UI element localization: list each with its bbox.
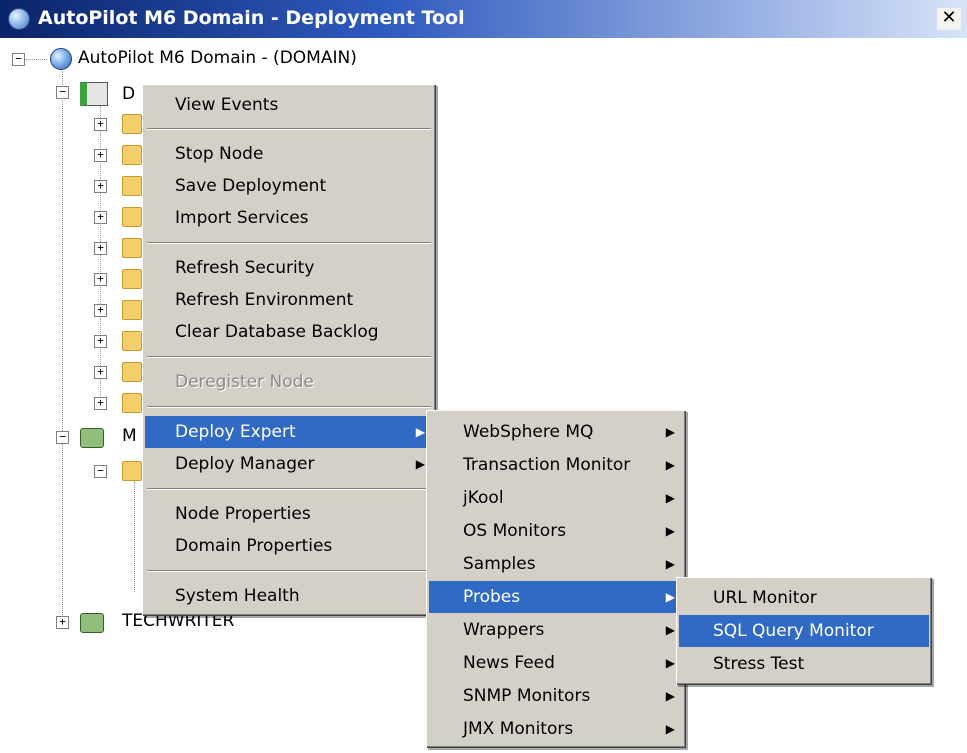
tree-connector xyxy=(134,482,135,592)
menu-item-stop-node[interactable]: Stop Node xyxy=(145,138,433,170)
folder-icon xyxy=(122,362,142,382)
tree-root-label[interactable]: AutoPilot M6 Domain - (DOMAIN) xyxy=(78,48,357,68)
child-expand-toggle[interactable]: + xyxy=(94,304,107,317)
folder-icon xyxy=(122,300,142,320)
child-expand-toggle[interactable]: + xyxy=(94,211,107,224)
child-expand-toggle[interactable]: + xyxy=(94,149,107,162)
app-globe-icon xyxy=(8,8,30,30)
submenu-item-stress-test[interactable]: Stress Test xyxy=(679,648,929,680)
menu-item-refresh-environment[interactable]: Refresh Environment xyxy=(145,284,433,316)
node1-collapse-toggle[interactable]: − xyxy=(56,86,69,99)
submenu-arrow-icon: ▶ xyxy=(665,491,675,505)
folder-icon xyxy=(122,393,142,413)
child-expand-toggle[interactable]: + xyxy=(94,397,107,410)
folder-icon xyxy=(122,207,142,227)
menu-item-save-deployment[interactable]: Save Deployment xyxy=(145,170,433,202)
menu-separator xyxy=(147,570,431,572)
submenu-arrow-icon: ▶ xyxy=(665,557,675,571)
menu-item-domain-properties[interactable]: Domain Properties xyxy=(145,530,433,562)
child-expand-toggle[interactable]: + xyxy=(94,335,107,348)
root-collapse-toggle[interactable]: − xyxy=(12,53,25,66)
folder-icon xyxy=(122,331,142,351)
submenu-item-os-monitors[interactable]: OS Monitors ▶ xyxy=(429,515,683,547)
menu-separator xyxy=(147,242,431,244)
menu-item-clear-database-backlog[interactable]: Clear Database Backlog xyxy=(145,316,433,348)
menu-item-system-health[interactable]: System Health xyxy=(145,580,433,612)
child-expand-toggle[interactable]: + xyxy=(94,366,107,379)
submenu-arrow-icon: ▶ xyxy=(665,524,675,538)
submenu-item-wrappers[interactable]: Wrappers ▶ xyxy=(429,614,683,646)
tree-connector xyxy=(62,71,63,623)
menu-separator xyxy=(147,406,431,408)
folder-icon xyxy=(122,176,142,196)
submenu-item-websphere-mq[interactable]: WebSphere MQ ▶ xyxy=(429,416,683,448)
computer-node-icon xyxy=(80,428,104,448)
tree-node2-label[interactable]: M xyxy=(122,426,137,446)
node-context-menu: View Events Stop Node Save Deployment Im… xyxy=(142,84,436,616)
submenu-arrow-icon: ▶ xyxy=(665,722,675,736)
menu-item-node-properties[interactable]: Node Properties xyxy=(145,498,433,530)
tree-node1-label[interactable]: D xyxy=(122,84,135,104)
tree-connector xyxy=(25,59,47,60)
submenu-item-jmx-monitors[interactable]: JMX Monitors ▶ xyxy=(429,713,683,745)
folder-icon xyxy=(122,238,142,258)
submenu-arrow-icon: ▶ xyxy=(665,425,675,439)
folder-icon xyxy=(122,269,142,289)
submenu-item-snmp-monitors[interactable]: SNMP Monitors ▶ xyxy=(429,680,683,712)
deploy-expert-submenu: WebSphere MQ ▶ Transaction Monitor ▶ jKool… xyxy=(426,410,686,748)
menu-separator xyxy=(147,488,431,490)
close-button[interactable]: ✕ xyxy=(937,8,961,30)
menu-item-deploy-manager[interactable]: Deploy Manager ▶ xyxy=(145,448,433,480)
folder-icon xyxy=(122,114,142,134)
menu-item-deploy-expert[interactable]: Deploy Expert ▶ xyxy=(145,416,433,448)
submenu-arrow-icon: ▶ xyxy=(415,425,425,439)
submenu-arrow-icon: ▶ xyxy=(665,689,675,703)
submenu-arrow-icon: ▶ xyxy=(665,590,675,604)
window-title: AutoPilot M6 Domain - Deployment Tool xyxy=(38,7,465,29)
window-title-bar: AutoPilot M6 Domain - Deployment Tool ✕ xyxy=(0,0,967,38)
menu-separator xyxy=(147,128,431,130)
child-expand-toggle[interactable]: + xyxy=(94,180,107,193)
menu-separator xyxy=(147,356,431,358)
menu-item-deregister-node: Deregister Node xyxy=(175,372,314,392)
probes-submenu: URL Monitor SQL Query Monitor Stress Tes… xyxy=(676,577,932,685)
node2-collapse-toggle[interactable]: − xyxy=(56,431,69,444)
menu-item-view-events[interactable]: View Events xyxy=(145,89,433,121)
submenu-arrow-icon: ▶ xyxy=(665,623,675,637)
child-expand-toggle[interactable]: + xyxy=(94,273,107,286)
folder-icon xyxy=(122,145,142,165)
submenu-arrow-icon: ▶ xyxy=(665,458,675,472)
submenu-item-jkool[interactable]: jKool ▶ xyxy=(429,482,683,514)
submenu-arrow-icon: ▶ xyxy=(665,656,675,670)
child-collapse-toggle[interactable]: − xyxy=(94,465,107,478)
child-expand-toggle[interactable]: + xyxy=(94,118,107,131)
submenu-item-probes[interactable]: Probes ▶ xyxy=(429,581,683,613)
menu-item-import-services[interactable]: Import Services xyxy=(145,202,433,234)
submenu-item-news-feed[interactable]: News Feed ▶ xyxy=(429,647,683,679)
child-expand-toggle[interactable]: + xyxy=(94,242,107,255)
folder-icon xyxy=(122,461,142,481)
submenu-arrow-icon: ▶ xyxy=(415,457,425,471)
submenu-item-sql-query-monitor[interactable]: SQL Query Monitor xyxy=(679,615,929,647)
server-node-icon xyxy=(80,82,108,106)
node3-expand-toggle[interactable]: + xyxy=(56,616,69,629)
domain-globe-icon xyxy=(50,48,72,70)
submenu-item-url-monitor[interactable]: URL Monitor xyxy=(679,582,929,614)
menu-item-refresh-security[interactable]: Refresh Security xyxy=(145,252,433,284)
computer-node-icon xyxy=(80,613,104,633)
submenu-item-samples[interactable]: Samples ▶ xyxy=(429,548,683,580)
submenu-item-transaction-monitor[interactable]: Transaction Monitor ▶ xyxy=(429,449,683,481)
